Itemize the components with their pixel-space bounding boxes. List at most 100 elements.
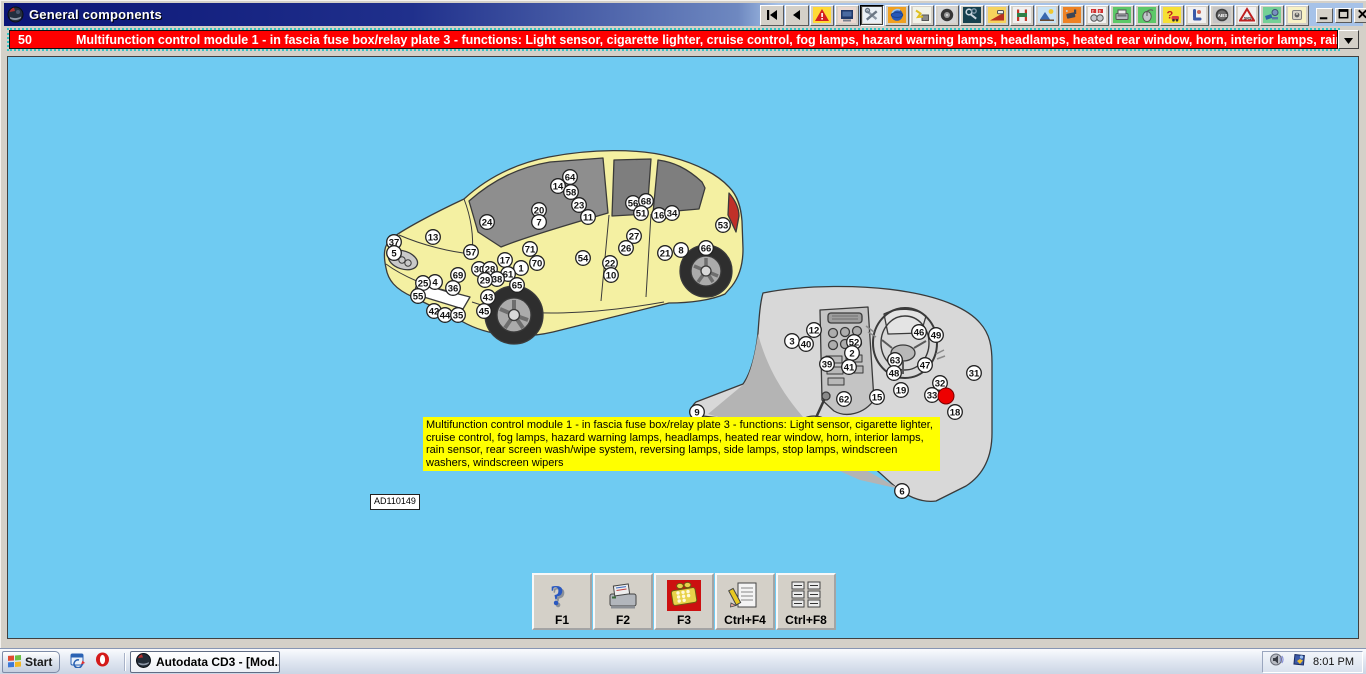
callout-car-21[interactable]: 21: [658, 246, 673, 261]
abs-wheel-icon[interactable]: ABS: [1210, 5, 1234, 26]
help-question-icon: ??: [545, 577, 579, 613]
callout-dash-62[interactable]: 62: [837, 392, 852, 407]
callout-dash-19[interactable]: 19: [894, 383, 909, 398]
callout-car-43[interactable]: 43: [481, 290, 496, 305]
callout-car-26[interactable]: 26: [619, 241, 634, 256]
callout-dash-48[interactable]: 48: [887, 366, 902, 381]
callout-car-35[interactable]: 35: [451, 308, 466, 323]
svg-text:38: 38: [492, 274, 503, 285]
callout-dash-31[interactable]: 31: [967, 366, 982, 381]
fkey-button-f3[interactable]: F3: [654, 573, 714, 630]
combo-dropdown-button[interactable]: [1338, 30, 1359, 49]
svg-text:65: 65: [512, 280, 523, 291]
svg-text:1: 1: [518, 263, 524, 274]
callout-car-51[interactable]: 51: [634, 206, 649, 221]
component-select-combo[interactable]: 50 Multifunction control module 1 - in f…: [9, 30, 1338, 49]
start-button[interactable]: Start: [2, 651, 60, 673]
function-key-toolbar: ?? F1 F2 F3 Ctrl+F4 Ctrl+F8: [532, 573, 837, 630]
callout-car-16[interactable]: 16: [652, 208, 667, 223]
callout-dash-47[interactable]: 47: [918, 358, 933, 373]
seat-icon[interactable]: [1185, 5, 1209, 26]
callout-car-55[interactable]: 55: [411, 289, 426, 304]
callout-dash-2[interactable]: 2: [845, 346, 860, 361]
svg-text:3: 3: [1099, 9, 1101, 13]
callout-dash-6[interactable]: 6: [895, 484, 910, 499]
callout-car-11[interactable]: 11: [581, 210, 596, 225]
task-button-autodata[interactable]: Autodata CD3 - [Mod...: [130, 651, 280, 673]
svg-text:46: 46: [914, 327, 925, 338]
browser-icon[interactable]: [69, 651, 86, 673]
wiring-component-icon[interactable]: [910, 5, 934, 26]
callout-dash-12[interactable]: 12: [807, 323, 822, 338]
fkey-button-f1[interactable]: ?? F1: [532, 573, 592, 630]
callout-car-17[interactable]: 17: [498, 253, 513, 268]
update-icon[interactable]: [1292, 652, 1307, 672]
fkey-button-f2[interactable]: F2: [593, 573, 653, 630]
callout-car-57[interactable]: 57: [464, 245, 479, 260]
close-button[interactable]: [1354, 8, 1366, 23]
fkey-button-ctrl-f4[interactable]: Ctrl+F4: [715, 573, 775, 630]
callout-dash-63[interactable]: 63: [888, 353, 903, 368]
callout-dash-46[interactable]: 46: [912, 325, 927, 340]
help-car-icon[interactable]: ?: [1160, 5, 1184, 26]
selected-component-highlight[interactable]: [938, 388, 954, 404]
callout-car-53[interactable]: 53: [716, 218, 731, 233]
callout-car-10[interactable]: 10: [604, 268, 619, 283]
srs-triangle-icon[interactable]: SRS: [1235, 5, 1259, 26]
callout-car-66[interactable]: 66: [699, 241, 714, 256]
callout-car-58[interactable]: 58: [564, 185, 579, 200]
callout-dash-15[interactable]: 15: [870, 390, 885, 405]
callout-car-45[interactable]: 45: [477, 304, 492, 319]
svg-text:17: 17: [500, 255, 511, 266]
volume-icon[interactable]: [1270, 652, 1286, 672]
back-icon[interactable]: [785, 5, 809, 26]
callout-car-7[interactable]: 7: [532, 215, 547, 230]
autodata-icon: [136, 653, 151, 671]
diagnostic-screen-icon[interactable]: [835, 5, 859, 26]
callout-car-71[interactable]: 71: [523, 242, 538, 257]
opera-icon[interactable]: [94, 651, 111, 673]
callout-dash-39[interactable]: 39: [820, 357, 835, 372]
warning-icon[interactable]: [810, 5, 834, 26]
callout-dash-33[interactable]: 33: [925, 388, 940, 403]
callout-car-70[interactable]: 70: [530, 256, 545, 271]
main-toolbar: 23? ABSSRS: [760, 4, 1366, 26]
svg-text:34: 34: [667, 208, 678, 219]
callout-car-34[interactable]: 34: [665, 206, 680, 221]
bodywork-icon[interactable]: [1035, 5, 1059, 26]
minimize-button[interactable]: [1316, 8, 1333, 23]
printer-unit-icon[interactable]: [1110, 5, 1134, 26]
keys-icon[interactable]: [960, 5, 984, 26]
engine-globe-icon[interactable]: [885, 5, 909, 26]
callout-car-36[interactable]: 36: [446, 281, 461, 296]
maximize-button[interactable]: [1335, 8, 1352, 23]
callout-dash-49[interactable]: 49: [929, 328, 944, 343]
fkey-button-ctrl-f8[interactable]: Ctrl+F8: [776, 573, 836, 630]
callout-car-65[interactable]: 65: [510, 278, 525, 293]
svg-text:33: 33: [927, 390, 938, 401]
callout-dash-18[interactable]: 18: [948, 405, 963, 420]
callout-car-29[interactable]: 29: [478, 273, 493, 288]
spray-gun-icon[interactable]: [1060, 5, 1084, 26]
minimize-icon: [1318, 7, 1331, 24]
gauges-icon[interactable]: 23: [1085, 5, 1109, 26]
callout-car-24[interactable]: 24: [480, 215, 495, 230]
callout-car-13[interactable]: 13: [426, 230, 441, 245]
fkey-label: F1: [555, 613, 569, 627]
repair-tools-icon[interactable]: [860, 5, 884, 26]
first-page-icon[interactable]: [760, 5, 784, 26]
tyre-icon[interactable]: [935, 5, 959, 26]
svg-text:25: 25: [418, 278, 429, 289]
callout-car-5[interactable]: 5: [387, 246, 402, 261]
callout-car-8[interactable]: 8: [674, 243, 689, 258]
mouse-icon[interactable]: [1135, 5, 1159, 26]
ramp-icon[interactable]: [985, 5, 1009, 26]
light-switch-icon[interactable]: [1285, 5, 1309, 26]
callout-dash-40[interactable]: 40: [799, 337, 814, 352]
autodata-globe-icon: [7, 6, 24, 23]
callout-dash-41[interactable]: 41: [842, 360, 857, 375]
callout-car-54[interactable]: 54: [576, 251, 591, 266]
callout-dash-3[interactable]: 3: [785, 334, 800, 349]
lift-icon[interactable]: [1010, 5, 1034, 26]
parts-icon[interactable]: [1260, 5, 1284, 26]
